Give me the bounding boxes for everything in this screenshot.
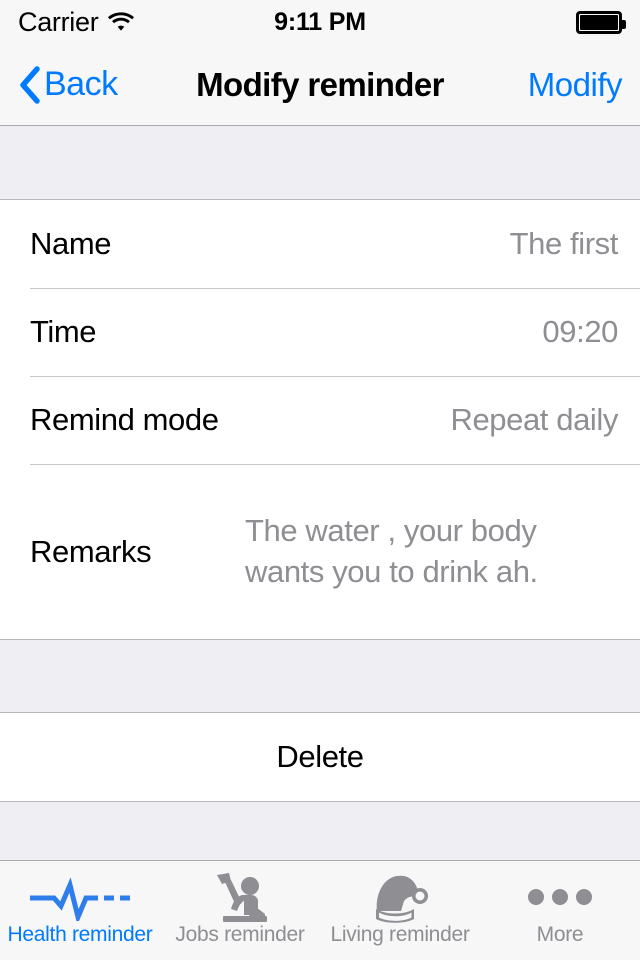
status-bar-left: Carrier: [18, 7, 135, 38]
row-remarks-label: Remarks: [30, 533, 152, 569]
wifi-icon: [107, 11, 135, 33]
content-area: Name The first Time 09:20 Remind mode Re…: [0, 126, 640, 860]
tab-living-reminder-label: Living reminder: [330, 923, 470, 946]
tab-health-reminder-label: Health reminder: [7, 923, 153, 946]
delete-button-label: Delete: [276, 739, 364, 774]
group-spacer-top: [0, 126, 640, 199]
modify-button[interactable]: Modify: [528, 66, 623, 104]
status-bar: Carrier 9:11 PM: [0, 0, 640, 44]
row-time[interactable]: Time 09:20: [0, 288, 640, 376]
chevron-left-icon: [18, 65, 40, 104]
row-remind-mode-label: Remind mode: [30, 402, 219, 437]
carrier-label: Carrier: [18, 6, 99, 37]
heartbeat-ecg-icon: [28, 868, 132, 926]
back-button-label: Back: [44, 65, 118, 103]
tab-jobs-reminder-label: Jobs reminder: [175, 923, 305, 946]
ellipsis-icon: [525, 868, 595, 926]
app-screen: Carrier 9:11 PM Back Modify reminder Mod…: [0, 0, 640, 960]
delete-section: Delete: [0, 712, 640, 802]
tab-living-reminder[interactable]: Living reminder: [320, 861, 480, 960]
navigation-bar: Back Modify reminder Modify: [0, 44, 640, 126]
tab-bar: Health reminder Jobs reminder Living rem…: [0, 860, 640, 960]
reminder-form-section: Name The first Time 09:20 Remind mode Re…: [0, 199, 640, 640]
row-remarks[interactable]: Remarks The water , your body wants you …: [0, 464, 640, 639]
row-name-label: Name: [30, 226, 112, 261]
row-remind-mode-value[interactable]: Repeat daily: [450, 402, 618, 438]
tab-more-label: More: [536, 923, 584, 946]
row-time-value[interactable]: 09:20: [542, 314, 618, 350]
tab-jobs-reminder[interactable]: Jobs reminder: [160, 861, 320, 960]
row-name-value[interactable]: The first: [510, 226, 619, 262]
row-name[interactable]: Name The first: [0, 200, 640, 288]
santa-hat-icon: [369, 868, 431, 926]
group-spacer-bottom: [0, 802, 640, 860]
worker-hammer-icon: [209, 868, 271, 926]
back-button[interactable]: Back: [18, 65, 118, 104]
delete-button[interactable]: Delete: [0, 713, 640, 801]
tab-more[interactable]: More: [480, 861, 640, 960]
row-time-label: Time: [30, 314, 97, 349]
row-remind-mode[interactable]: Remind mode Repeat daily: [0, 376, 640, 464]
tab-health-reminder[interactable]: Health reminder: [0, 861, 160, 960]
row-remarks-value[interactable]: The water , your body wants you to drink…: [245, 511, 620, 593]
battery-full-icon: [576, 10, 626, 34]
status-bar-right: [576, 10, 626, 34]
group-spacer-middle: [0, 640, 640, 712]
